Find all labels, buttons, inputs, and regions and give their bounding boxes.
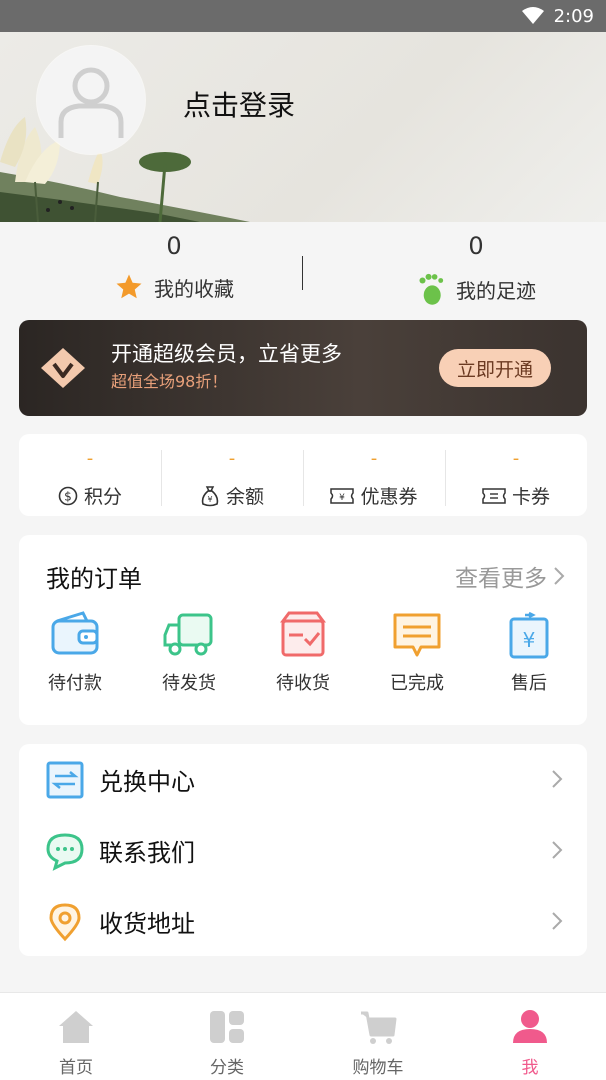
- truck-icon: [163, 613, 213, 656]
- orders-title: 我的订单: [46, 565, 142, 593]
- nav-label: 购物车: [352, 1058, 404, 1078]
- favorites-stat[interactable]: 0 我的收藏: [74, 232, 274, 302]
- card-tickets-label: 卡券: [511, 486, 550, 508]
- wifi-icon: [521, 7, 544, 24]
- balance-value: -: [228, 448, 236, 469]
- order-pending-payment[interactable]: 待付款: [25, 611, 125, 695]
- menu-item-exchange[interactable]: 兑换中心: [19, 744, 587, 814]
- favorites-label: 我的收藏: [154, 276, 234, 301]
- nav-home[interactable]: 首页: [16, 1009, 136, 1078]
- login-link[interactable]: 点击登录: [183, 84, 295, 124]
- svg-text:¥: ¥: [523, 628, 536, 652]
- nav-label: 首页: [59, 1058, 93, 1078]
- exchange-icon: [46, 761, 84, 799]
- coupon-icon: ¥: [330, 487, 355, 504]
- status-bar: 2:09: [0, 0, 606, 32]
- balance-label: 余额: [225, 486, 264, 508]
- card-tickets-value: -: [512, 448, 520, 469]
- money-bag-icon: ¥: [201, 485, 219, 506]
- menu-item-address[interactable]: 收货地址: [19, 886, 587, 956]
- points-value: -: [86, 448, 94, 469]
- chevron-right-icon: [552, 841, 563, 859]
- stats-divider: [302, 256, 303, 290]
- menu-card: 兑换中心 联系我们 收货地址: [19, 744, 587, 956]
- order-label: 待发货: [162, 673, 216, 694]
- asset-balance[interactable]: - ¥ 余额: [161, 434, 303, 516]
- menu-label: 联系我们: [99, 838, 195, 867]
- vip-banner[interactable]: 开通超级会员，立省更多 超值全场98折！ 立即开通: [19, 320, 587, 416]
- location-icon: [49, 903, 81, 942]
- card-ticket-icon: [482, 487, 506, 504]
- order-pending-shipment[interactable]: 待发货: [139, 611, 239, 695]
- star-icon: [116, 274, 142, 299]
- order-label: 待收货: [276, 673, 330, 694]
- menu-item-contact[interactable]: 联系我们: [19, 815, 587, 885]
- avatar[interactable]: [37, 46, 145, 154]
- order-label: 待付款: [48, 673, 102, 694]
- nav-label: 分类: [210, 1058, 244, 1078]
- asset-coupons[interactable]: - ¥ 优惠券: [303, 434, 445, 516]
- favorites-count: 0: [166, 232, 182, 260]
- chat-icon: [46, 833, 84, 871]
- vip-diamond-icon: [41, 348, 85, 388]
- user-icon: [513, 1010, 547, 1043]
- category-icon: [210, 1011, 244, 1043]
- asset-points[interactable]: - $ 积分: [19, 434, 161, 516]
- asset-card-tickets[interactable]: - 卡券: [445, 434, 587, 516]
- footprints-count: 0: [468, 232, 484, 260]
- points-label: 积分: [83, 486, 122, 508]
- order-label: 已完成: [390, 673, 444, 694]
- cart-icon: [361, 1011, 397, 1044]
- refund-icon: ¥: [509, 611, 549, 659]
- coupons-label: 优惠券: [360, 486, 418, 508]
- orders-more-link[interactable]: 查看更多: [455, 559, 565, 593]
- orders-card: 我的订单 查看更多 待付款 待发货 待收货 已完成 ¥ 售后: [19, 535, 587, 725]
- footprint-icon: [419, 273, 444, 305]
- home-icon: [59, 1011, 93, 1043]
- order-after-sales[interactable]: ¥ 售后: [479, 611, 579, 695]
- chevron-right-icon: [554, 567, 565, 585]
- wallet-icon: [51, 611, 99, 655]
- nav-me[interactable]: 我: [470, 1009, 590, 1078]
- stats-bar: 0 我的收藏 0 我的足迹: [0, 222, 606, 314]
- chevron-right-icon: [552, 770, 563, 788]
- message-done-icon: [393, 613, 441, 657]
- vip-subtitle: 超值全场98折！: [111, 372, 228, 391]
- nav-cart[interactable]: 购物车: [318, 1009, 438, 1078]
- orders-more-label: 查看更多: [455, 566, 547, 592]
- svg-text:$: $: [64, 489, 72, 503]
- nav-category[interactable]: 分类: [167, 1009, 287, 1078]
- svg-text:¥: ¥: [340, 493, 346, 503]
- menu-label: 兑换中心: [99, 767, 195, 796]
- assets-card: - $ 积分 - ¥ 余额 - ¥ 优惠券 - 卡券: [19, 434, 587, 516]
- status-time: 2:09: [553, 5, 594, 27]
- footprints-stat[interactable]: 0 我的足迹: [376, 232, 576, 306]
- coupons-value: -: [370, 448, 378, 469]
- nav-label: 我: [521, 1058, 539, 1078]
- svg-text:¥: ¥: [207, 495, 212, 504]
- menu-label: 收货地址: [99, 909, 195, 938]
- bottom-nav: 首页 分类 购物车 我: [0, 992, 606, 1080]
- points-icon: $: [58, 486, 78, 505]
- chevron-right-icon: [552, 912, 563, 930]
- profile-header: 点击登录: [0, 32, 606, 222]
- order-completed[interactable]: 已完成: [367, 611, 467, 695]
- vip-title: 开通超级会员，立省更多: [111, 342, 342, 366]
- order-label: 售后: [511, 673, 547, 694]
- footprints-label: 我的足迹: [456, 278, 536, 303]
- package-icon: [280, 611, 326, 657]
- order-pending-receipt[interactable]: 待收货: [253, 611, 353, 695]
- vip-open-button[interactable]: 立即开通: [439, 349, 551, 387]
- user-icon: [58, 67, 124, 138]
